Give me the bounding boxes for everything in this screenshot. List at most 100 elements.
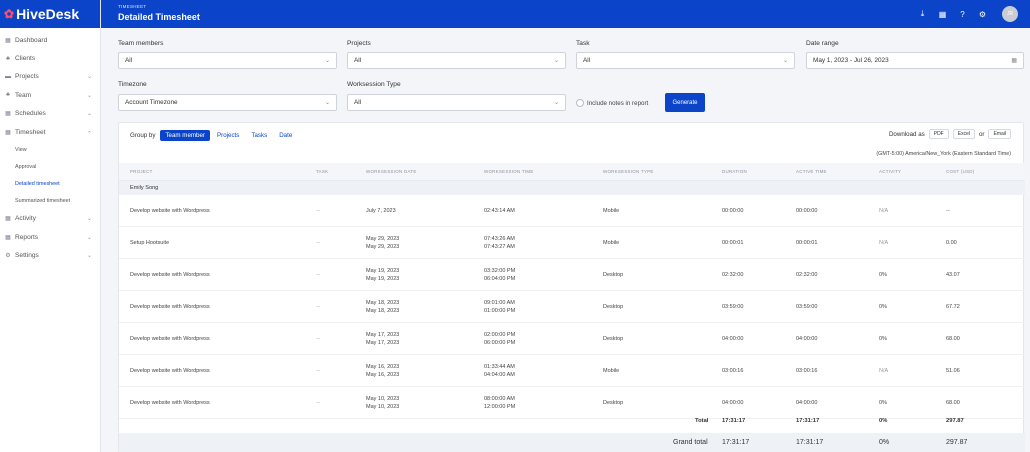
time-end-cell: 04:04:00 AM	[484, 372, 515, 378]
sidebar-item-timesheet[interactable]: ▦ Timesheet ⌄	[0, 123, 100, 141]
worksession-type-select[interactable]: All ⌄	[347, 94, 566, 111]
projects-select[interactable]: All ⌄	[347, 52, 566, 69]
app-logo[interactable]: ✿ HiveDesk	[0, 0, 100, 28]
duration-cell: 04:00:00	[722, 400, 744, 406]
activity-cell: N/A	[879, 368, 889, 374]
table-row[interactable]: Develop website with Wordpress -- May 19…	[119, 259, 1025, 291]
sidebar-item-clients[interactable]: ♣ Clients	[0, 49, 100, 67]
project-cell: Develop website with Wordpress	[130, 368, 210, 374]
group-by-tasks[interactable]: Tasks	[246, 130, 272, 141]
table-row[interactable]: Setup Hootsuite -- May 29, 2023 May 29, …	[119, 227, 1025, 259]
top-header: TIMESHEET Detailed Timesheet ⤓ ▦ ? ⚙ JR	[101, 0, 1030, 28]
chevron-down-icon: ⌄	[782, 58, 788, 64]
column-header-worksession-time: Worksession time	[484, 169, 534, 174]
time-cell: 02:43:14 AM	[484, 208, 515, 214]
download-excel-button[interactable]: Excel	[952, 129, 975, 139]
download-pdf-button[interactable]: PDF	[928, 129, 949, 139]
sidebar-item-activity[interactable]: ▦ Activity ⌄	[0, 210, 100, 228]
sidebar-subitem-summarized-timesheet[interactable]: Summarized timesheet	[0, 193, 100, 210]
sidebar-item-reports[interactable]: ▦ Reports ⌄	[0, 228, 100, 246]
sidebar-item-team[interactable]: ♣ Team ⌄	[0, 86, 100, 104]
grand-total-active-time: 17:31:17	[796, 439, 824, 446]
column-header-cost: Cost (USD)	[946, 169, 975, 174]
active-time-cell: 03:00:16	[796, 368, 818, 374]
project-cell: Develop website with Wordpress	[130, 272, 210, 278]
sidebar-subitem-view[interactable]: View	[0, 141, 100, 158]
sidebar-subitem-detailed-timesheet[interactable]: Detailed timesheet	[0, 176, 100, 193]
calendar-icon[interactable]: ▦	[938, 10, 947, 19]
sidebar-item-settings[interactable]: ⚙ Settings ⌄	[0, 247, 100, 265]
table-row[interactable]: Develop website with Wordpress -- May 17…	[119, 323, 1025, 355]
table-row[interactable]: Develop website with Wordpress -- May 18…	[119, 291, 1025, 323]
duration-cell: 02:32:00	[722, 272, 744, 278]
active-time-cell: 03:59:00	[796, 304, 818, 310]
active-time-cell: 04:00:00	[796, 336, 818, 342]
cost-cell: 68.00	[946, 400, 960, 406]
activity-cell: 0%	[879, 336, 887, 342]
date-end-cell: May 16, 2023	[366, 372, 400, 378]
dashboard-icon: ▦	[5, 37, 11, 44]
include-notes-checkbox[interactable]	[576, 99, 584, 107]
column-header-active-time: Active time	[796, 169, 827, 174]
settings-icon[interactable]: ⚙	[978, 10, 987, 19]
sidebar-item-schedules[interactable]: ▦ Schedules ⌄	[0, 105, 100, 123]
task-label: Task	[576, 40, 590, 47]
timezone-select[interactable]: Account Timezone ⌄	[118, 94, 337, 111]
calendar-icon: ▦	[5, 111, 11, 118]
type-cell: Desktop	[603, 400, 624, 406]
activity-cell: N/A	[879, 208, 889, 214]
activity-cell: 0%	[879, 400, 887, 406]
sidebar-subitem-approval[interactable]: Approval	[0, 158, 100, 175]
group-by-team-member[interactable]: Team member	[160, 129, 210, 141]
avatar[interactable]: JR	[1002, 6, 1018, 22]
group-by-date[interactable]: Date	[274, 130, 297, 141]
team-icon: ♣	[6, 92, 10, 99]
cost-cell: 67.72	[946, 304, 960, 310]
active-time-cell: 00:00:01	[796, 240, 818, 246]
email-button[interactable]: Email	[988, 129, 1011, 139]
hivedesk-logo-icon: ✿	[4, 7, 15, 21]
cost-cell: 68.00	[946, 336, 960, 342]
date-end-cell: May 29, 2023	[366, 244, 400, 250]
project-cell: Develop website with Wordpress	[130, 400, 210, 406]
table-row[interactable]: Develop website with Wordpress -- July 7…	[119, 195, 1025, 227]
date-range-picker[interactable]: May 1, 2023 - Jul 26, 2023 ▦	[806, 52, 1024, 69]
column-header-task: Task	[316, 169, 329, 174]
sidebar-item-label: Team	[15, 91, 32, 99]
group-by-projects[interactable]: Projects	[212, 130, 244, 141]
team-members-label: Team members	[118, 40, 164, 47]
total-activity: 0%	[879, 418, 888, 424]
sidebar-item-dashboard[interactable]: ▦ Dashboard	[0, 31, 100, 49]
grand-total-label: Grand total	[673, 439, 708, 446]
sidebar-item-projects[interactable]: ▬ Projects ⌄	[0, 68, 100, 86]
duration-cell: 03:59:00	[722, 304, 744, 310]
total-active-time: 17:31:17	[796, 418, 820, 424]
date-cell: July 7, 2023	[366, 208, 396, 214]
breadcrumb[interactable]: TIMESHEET	[118, 4, 146, 9]
task-cell: --	[316, 368, 320, 374]
sidebar-item-label: Projects	[15, 73, 39, 81]
timezone-label: Timezone	[118, 81, 147, 88]
task-cell: --	[316, 400, 320, 406]
timesheet-icon: ▦	[5, 129, 11, 136]
projects-value: All	[354, 57, 362, 64]
type-cell: Mobile	[603, 240, 620, 246]
sidebar-item-label: Timesheet	[15, 128, 46, 136]
table-row[interactable]: Develop website with Wordpress -- May 16…	[119, 355, 1025, 387]
chevron-down-icon: ⌄	[324, 58, 330, 64]
help-icon[interactable]: ?	[958, 10, 967, 19]
task-select[interactable]: All ⌄	[576, 52, 795, 69]
generate-button[interactable]: Generate	[665, 93, 705, 112]
column-header-worksession-date: Worksession date	[366, 169, 417, 174]
duration-cell: 04:00:00	[722, 336, 744, 342]
team-members-select[interactable]: All ⌄	[118, 52, 337, 69]
download-label: Download as	[888, 130, 925, 138]
chevron-down-icon: ⌄	[553, 100, 559, 106]
download-icon[interactable]: ⤓	[918, 9, 927, 19]
active-time-cell: 00:00:00	[796, 208, 818, 214]
project-cell: Develop website with Wordpress	[130, 336, 210, 342]
column-header-activity: Activity	[879, 169, 902, 174]
project-cell: Setup Hootsuite	[130, 240, 170, 246]
total-row: Total 17:31:17 17:31:17 0% 297.87	[119, 411, 1025, 431]
task-cell: --	[316, 304, 320, 310]
